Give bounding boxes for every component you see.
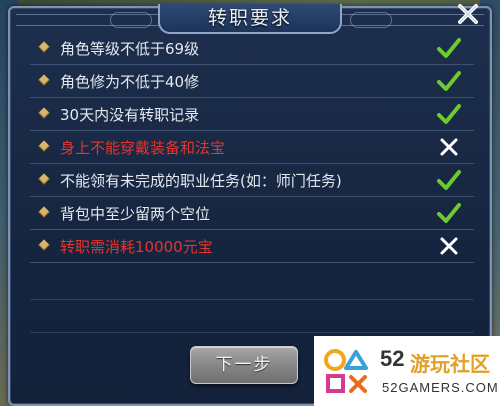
diamond-bullet-icon bbox=[38, 74, 50, 86]
requirement-row: 身上不能穿戴装备和法宝 bbox=[30, 131, 474, 164]
requirement-row: 背包中至少留两个空位 bbox=[30, 197, 474, 230]
gamepad-logo-icon bbox=[324, 349, 368, 393]
dialog-title-tab: 转职要求 bbox=[158, 4, 342, 34]
ornament-swirl-left bbox=[110, 12, 152, 28]
requirement-text: 30天内没有转职记录 bbox=[60, 106, 200, 124]
divider bbox=[30, 332, 474, 333]
watermark-name: 游玩社区 bbox=[410, 352, 490, 376]
requirement-text: 转职需消耗10000元宝 bbox=[60, 238, 213, 256]
dialog-title: 转职要求 bbox=[207, 7, 292, 29]
diamond-bullet-icon bbox=[38, 107, 50, 119]
requirements-list: 角色等级不低于69级 角色修为不低于40修 30天内没有转职记录身上不能穿戴装备和法… bbox=[30, 32, 474, 263]
requirement-text: 不能领有未完成的职业任务(如：师门任务) bbox=[60, 172, 342, 190]
requirement-text: 背包中至少留两个空位 bbox=[60, 205, 211, 223]
site-watermark: 52 游玩社区 52GAMERS.COM bbox=[314, 336, 500, 406]
cross-icon bbox=[440, 237, 458, 255]
next-step-label: 下一步 bbox=[215, 355, 273, 375]
requirement-row: 角色等级不低于69级 bbox=[30, 32, 474, 65]
game-screen: 转职要求 角色等级不低于69级 角色修为不低于40修 30天内没有转职记录身上不能穿… bbox=[0, 0, 500, 406]
close-button[interactable] bbox=[454, 0, 482, 28]
check-icon bbox=[437, 203, 461, 223]
check-icon bbox=[437, 104, 461, 124]
next-step-button[interactable]: 下一步 bbox=[190, 346, 298, 384]
requirement-row: 角色修为不低于40修 bbox=[30, 65, 474, 98]
requirement-text: 角色修为不低于40修 bbox=[60, 73, 200, 91]
check-icon bbox=[437, 170, 461, 190]
check-icon bbox=[437, 38, 461, 58]
diamond-bullet-icon bbox=[38, 206, 50, 218]
diamond-bullet-icon bbox=[38, 173, 50, 185]
diamond-bullet-icon bbox=[38, 140, 50, 152]
ornament-swirl-right bbox=[350, 12, 392, 28]
requirement-text: 身上不能穿戴装备和法宝 bbox=[60, 139, 226, 157]
diamond-bullet-icon bbox=[38, 239, 50, 251]
watermark-number: 52 bbox=[380, 346, 405, 371]
requirement-row: 转职需消耗10000元宝 bbox=[30, 230, 474, 263]
close-x-icon bbox=[458, 4, 478, 24]
check-icon bbox=[437, 71, 461, 91]
watermark-domain: 52GAMERS.COM bbox=[382, 380, 499, 395]
requirement-text: 角色等级不低于69级 bbox=[60, 40, 200, 58]
requirement-row: 30天内没有转职记录 bbox=[30, 98, 474, 131]
divider bbox=[30, 299, 474, 300]
cross-icon bbox=[440, 138, 458, 156]
requirement-row: 不能领有未完成的职业任务(如：师门任务) bbox=[30, 164, 474, 197]
diamond-bullet-icon bbox=[38, 41, 50, 53]
